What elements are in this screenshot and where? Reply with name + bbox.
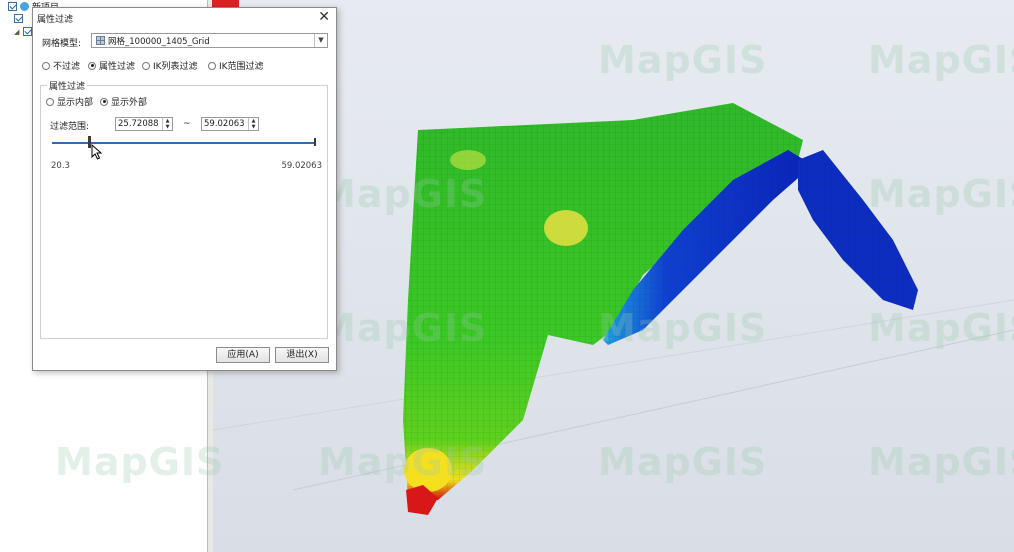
- chevron-down-icon[interactable]: ▼: [314, 34, 327, 47]
- watermark: MapGIS: [598, 306, 768, 350]
- dialog-title: 属性过滤: [37, 15, 74, 25]
- watermark: MapGIS: [868, 306, 1014, 350]
- watermark: MapGIS: [598, 38, 768, 82]
- watermark: MapGIS: [318, 172, 488, 216]
- radio-show-inside[interactable]: 显示内部: [46, 95, 93, 108]
- checkbox-icon[interactable]: [23, 27, 32, 36]
- radio-icon[interactable]: [142, 61, 150, 70]
- watermark: MapGIS: [868, 440, 1014, 484]
- radio-label: 显示内部: [57, 98, 94, 108]
- radio-label: 不过滤: [53, 62, 81, 72]
- expand-triangle-icon[interactable]: ◢: [14, 28, 20, 36]
- dialog-titlebar[interactable]: 属性过滤 ✕: [33, 8, 336, 28]
- range-from-input[interactable]: 25.72088 ▲ ▼: [115, 117, 173, 131]
- watermark: MapGIS: [868, 172, 1014, 216]
- range-separator: ~: [183, 119, 191, 129]
- model-select[interactable]: 网格_100000_1405_Grid ▼: [91, 33, 328, 48]
- slider-max-label: 59.02063: [281, 161, 322, 171]
- range-slider-end-handle[interactable]: [314, 138, 316, 146]
- radio-attribute-filter[interactable]: 属性过滤: [88, 59, 135, 72]
- radio-icon[interactable]: [88, 61, 96, 70]
- range-label: 过滤范围:: [50, 122, 90, 132]
- mouse-cursor-icon: [91, 144, 103, 160]
- spin-arrows-icon[interactable]: ▲ ▼: [248, 118, 258, 130]
- layer-color-swatch: [212, 0, 239, 7]
- radio-label: IK范围过滤: [219, 62, 264, 72]
- exit-button[interactable]: 退出(X): [275, 347, 329, 363]
- watermark: MapGIS: [318, 306, 488, 350]
- spin-arrows-icon[interactable]: ▲ ▼: [162, 118, 172, 130]
- watermark: MapGIS: [318, 440, 488, 484]
- radio-label: 显示外部: [111, 98, 148, 108]
- close-icon[interactable]: ✕: [318, 9, 330, 25]
- tree-item-layer[interactable]: [14, 12, 23, 25]
- grid-high-spot: [544, 210, 588, 246]
- apply-button[interactable]: 应用(A): [216, 347, 270, 363]
- radio-icon[interactable]: [46, 97, 54, 106]
- globe-icon: [20, 2, 29, 11]
- model-label: 网格模型:: [42, 39, 82, 49]
- range-to-value: 59.02063: [204, 119, 245, 129]
- radio-label: IK列表过滤: [153, 62, 198, 72]
- slider-min-label: 20.3: [51, 161, 70, 171]
- tree-item-layer[interactable]: ◢: [14, 25, 32, 38]
- radio-ik-list-filter[interactable]: IK列表过滤: [142, 59, 198, 72]
- group-title: 属性过滤: [47, 79, 88, 92]
- radio-label: 属性过滤: [99, 62, 136, 72]
- watermark: MapGIS: [868, 38, 1014, 82]
- grid-high-spot: [450, 150, 486, 170]
- radio-ik-range-filter[interactable]: IK范围过滤: [208, 59, 264, 72]
- attribute-filter-dialog: 属性过滤 ✕ 网格模型: 网格_100000_1405_Grid ▼ 不过滤 属…: [32, 7, 337, 371]
- radio-icon[interactable]: [100, 97, 108, 106]
- checkbox-icon[interactable]: [14, 14, 23, 23]
- watermark: MapGIS: [55, 440, 225, 484]
- range-from-value: 25.72088: [118, 119, 159, 129]
- range-to-input[interactable]: 59.02063 ▲ ▼: [201, 117, 259, 131]
- radio-icon[interactable]: [42, 61, 50, 70]
- radio-no-filter[interactable]: 不过滤: [42, 59, 80, 72]
- radio-icon[interactable]: [208, 61, 216, 70]
- model-select-value: 网格_100000_1405_Grid: [108, 37, 210, 47]
- watermark: MapGIS: [598, 440, 768, 484]
- radio-show-outside[interactable]: 显示外部: [100, 95, 147, 108]
- grid-model-icon: [96, 36, 105, 45]
- checkbox-icon[interactable]: [8, 2, 17, 11]
